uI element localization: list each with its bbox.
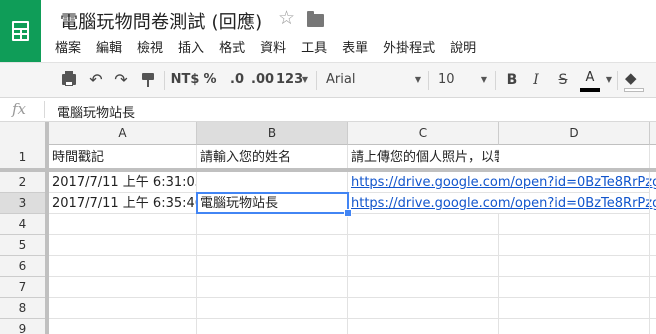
cell-d3[interactable] — [499, 193, 650, 214]
column-header-d[interactable]: D — [499, 122, 650, 145]
row-header-3[interactable]: 3 — [0, 193, 45, 214]
more-formats-button[interactable]: 123 — [276, 63, 303, 97]
percent-format-button[interactable]: % — [202, 63, 218, 97]
menu-edit[interactable]: 編輯 — [96, 39, 122, 59]
toolbar-divider — [164, 71, 165, 90]
row-header-6[interactable]: 6 — [0, 256, 45, 277]
row-header-9[interactable]: 9 — [0, 319, 45, 334]
toolbar-divider — [428, 71, 429, 90]
toolbar-divider — [617, 71, 618, 90]
menu-insert[interactable]: 插入 — [178, 39, 204, 59]
document-title[interactable]: 電腦玩物問卷測試 (回應) — [60, 8, 262, 34]
text-color-chevron-down-icon[interactable]: ▼ — [604, 63, 614, 97]
undo-icon[interactable]: ↶ — [86, 63, 106, 97]
menu-tools[interactable]: 工具 — [301, 39, 327, 59]
row-header-8[interactable]: 8 — [0, 298, 45, 319]
menu-help[interactable]: 說明 — [450, 39, 476, 59]
cell-c1[interactable]: 請上傳您的個人照片，以製作報名名牌 — [348, 145, 572, 168]
formula-divider — [44, 101, 45, 118]
currency-format-button[interactable]: NT$ — [170, 63, 200, 97]
menu-bar: 檔案 編輯 檢視 插入 格式 資料 工具 表單 外掛程式 說明 — [55, 39, 491, 59]
folder-icon[interactable] — [307, 11, 324, 27]
decrease-decimal-button[interactable]: .0 — [226, 63, 248, 97]
column-header-b[interactable]: B — [197, 122, 348, 145]
toolbar-divider — [316, 71, 317, 90]
font-family-chevron-down-icon[interactable]: ▼ — [413, 63, 423, 97]
menu-view[interactable]: 檢視 — [137, 39, 163, 59]
column-header-a[interactable]: A — [49, 122, 197, 145]
cell-b1[interactable]: 請輸入您的姓名 — [197, 145, 348, 168]
font-family-select[interactable]: Arial — [326, 63, 356, 97]
text-color-button[interactable]: A — [583, 68, 597, 88]
cell-d1[interactable] — [499, 145, 650, 168]
cell-b2[interactable] — [197, 172, 348, 193]
column-header-c[interactable]: C — [348, 122, 499, 145]
sheets-logo-icon[interactable] — [0, 0, 41, 62]
fx-icon: fx — [12, 100, 27, 118]
print-icon[interactable] — [62, 71, 76, 86]
more-formats-chevron-down-icon[interactable]: ▼ — [300, 63, 310, 97]
menu-addons[interactable]: 外掛程式 — [383, 39, 435, 59]
row-header-7[interactable]: 7 — [0, 277, 45, 298]
empty-cells[interactable] — [49, 214, 656, 334]
row-header-5[interactable]: 5 — [0, 235, 45, 256]
formula-bar: fx 電腦玩物站長 — [0, 98, 656, 122]
font-size-select[interactable]: 10 — [438, 63, 458, 97]
font-size-chevron-down-icon[interactable]: ▼ — [479, 63, 489, 97]
row-header-4[interactable]: 4 — [0, 214, 45, 235]
fill-color-swatch — [624, 88, 644, 92]
toolbar-divider — [495, 71, 496, 90]
cell-d2[interactable] — [499, 172, 650, 193]
row-header-1[interactable]: 1 — [0, 145, 45, 168]
column-header-e[interactable] — [650, 122, 656, 145]
cell-a1[interactable]: 時間戳記 — [49, 145, 197, 168]
cell-a2[interactable]: 2017/7/11 上午 6:31:05 — [49, 172, 197, 193]
fill-color-icon[interactable]: ◆ — [625, 69, 637, 87]
cell-c3-link[interactable]: https://drive.google.com/open?id=0BzTe8R… — [348, 193, 656, 214]
increase-decimal-button[interactable]: .00 — [251, 63, 274, 97]
toolbar: ↶ ↷ NT$ % .0 .00 123 ▼ Arial ▼ 10 ▼ B I … — [0, 62, 656, 98]
cell-b3[interactable]: 電腦玩物站長 — [197, 193, 348, 214]
menu-form[interactable]: 表單 — [342, 39, 368, 59]
paint-format-icon[interactable] — [142, 73, 154, 87]
menu-format[interactable]: 格式 — [219, 39, 245, 59]
menu-file[interactable]: 檔案 — [55, 39, 81, 59]
app-header: 電腦玩物問卷測試 (回應) ☆ 檔案 編輯 檢視 插入 格式 資料 工具 表單 … — [0, 0, 656, 62]
cell-c2-link[interactable]: https://drive.google.com/open?id=0BzTe8R… — [348, 172, 656, 193]
spreadsheet-grid: A B C D 1 時間戳記 請輸入您的姓名 請上傳您的個人照片，以製作報名名牌… — [0, 122, 656, 334]
menu-data[interactable]: 資料 — [260, 39, 286, 59]
star-icon[interactable]: ☆ — [278, 9, 295, 28]
text-color-swatch — [580, 88, 600, 92]
bold-button[interactable]: B — [503, 63, 521, 97]
cell-a3[interactable]: 2017/7/11 上午 6:35:46 — [49, 193, 197, 214]
italic-button[interactable]: I — [529, 63, 543, 97]
cell-e1[interactable] — [650, 145, 656, 168]
formula-input[interactable]: 電腦玩物站長 — [57, 102, 135, 121]
redo-icon[interactable]: ↷ — [111, 63, 131, 97]
strikethrough-button[interactable]: S — [555, 63, 571, 97]
fill-handle[interactable] — [344, 209, 352, 217]
row-header-2[interactable]: 2 — [0, 172, 45, 193]
